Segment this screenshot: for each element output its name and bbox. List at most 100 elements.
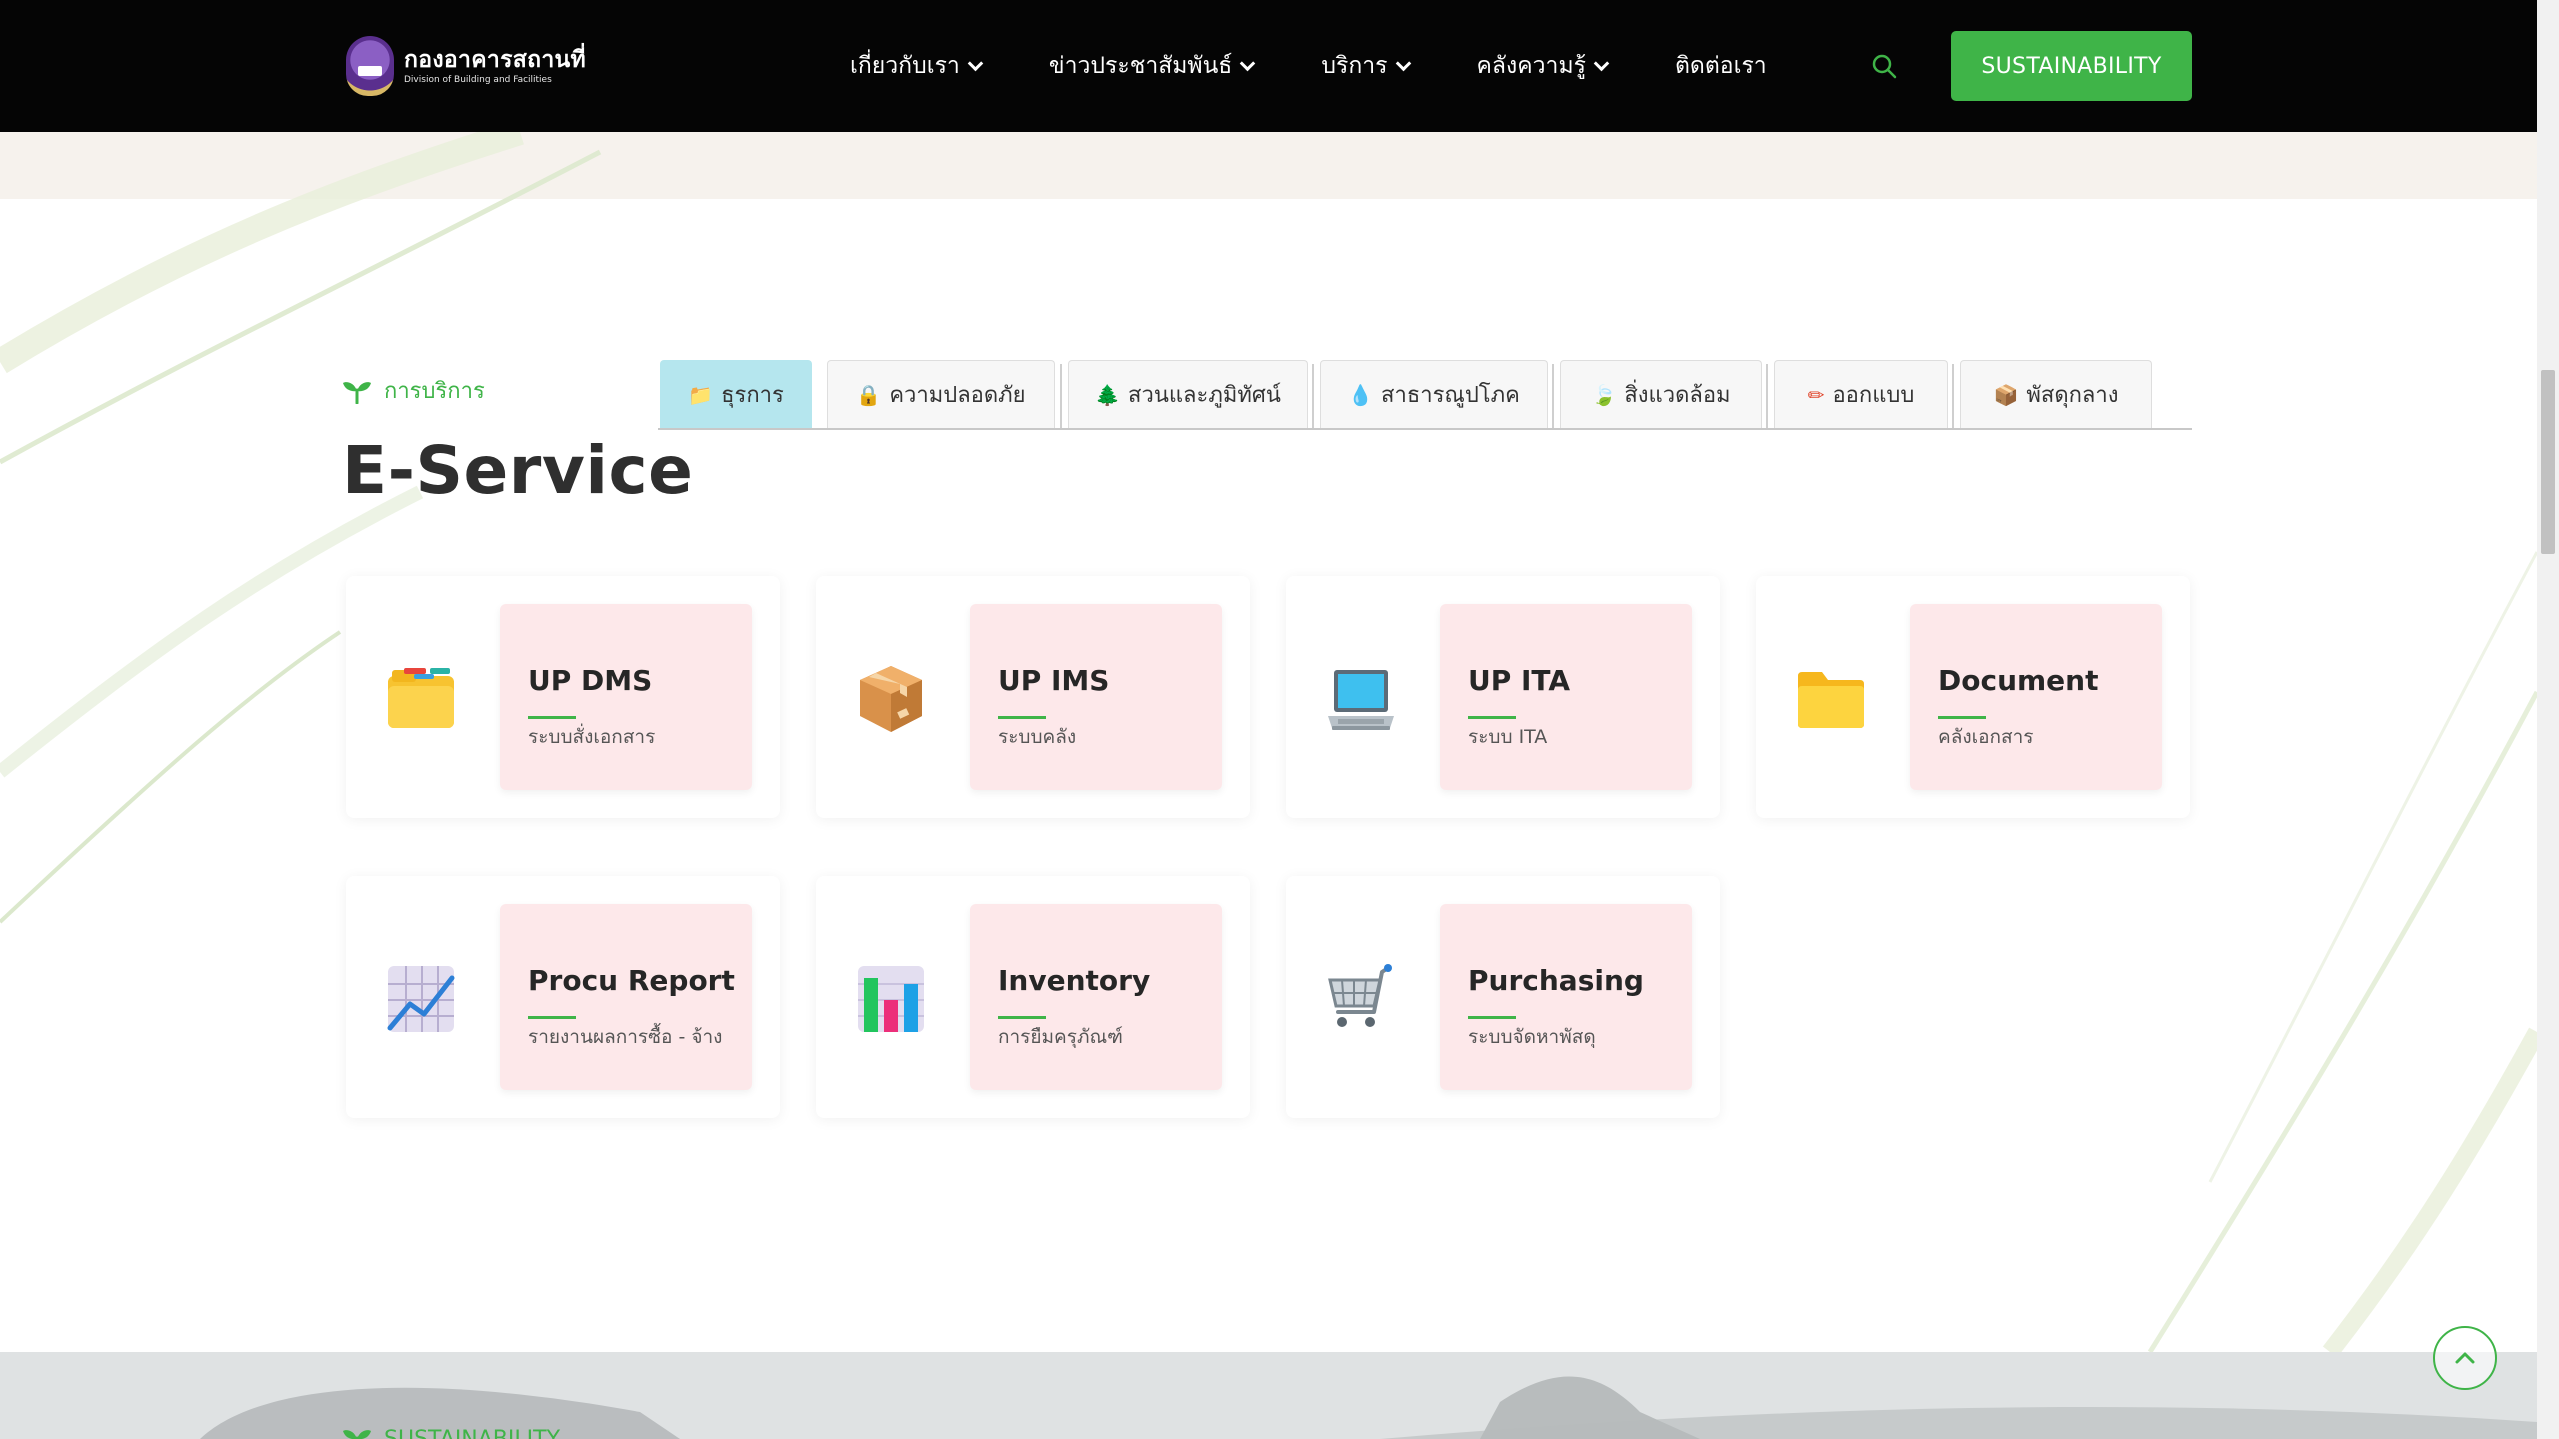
logo-title-th: กองอาคารสถานที่ bbox=[404, 47, 587, 73]
card-subtitle: คลังเอกสาร bbox=[1938, 726, 2034, 748]
tab-admin[interactable]: 📁 ธุรการ bbox=[660, 360, 812, 428]
tab-label: พัสดุกลาง bbox=[2026, 383, 2119, 408]
section-label-text: การบริการ bbox=[384, 379, 485, 404]
pencil-icon: ✏ bbox=[1807, 382, 1825, 407]
card-subtitle: การยืมครุภัณฑ์ bbox=[998, 1026, 1123, 1048]
nav-item-contact[interactable]: ติดต่อเรา bbox=[1675, 40, 1767, 92]
page-scrollbar[interactable] bbox=[2537, 0, 2559, 1439]
chevron-down-icon bbox=[1395, 55, 1411, 71]
card-panel: Inventory การยืมครุภัณฑ์ bbox=[970, 904, 1222, 1090]
leaf-icon: 🍃 bbox=[1591, 382, 1617, 407]
card-subtitle: ระบบสั่งเอกสาร bbox=[528, 726, 656, 748]
card-underline bbox=[1468, 1016, 1516, 1019]
chevron-up-icon bbox=[2455, 1352, 2475, 1364]
card-panel: Document คลังเอกสาร bbox=[1910, 604, 2162, 790]
card-title: UP IMS bbox=[998, 664, 1110, 697]
tab-central-supplies[interactable]: 📦 พัสดุกลาง bbox=[1960, 360, 2152, 428]
nav-item-news[interactable]: ข่าวประชาสัมพันธ์ bbox=[1049, 40, 1256, 92]
university-emblem-icon bbox=[346, 36, 394, 96]
nav-item-services[interactable]: บริการ bbox=[1321, 40, 1411, 92]
card-title: Document bbox=[1938, 664, 2099, 697]
card-title: Inventory bbox=[998, 964, 1151, 997]
tree-icon: 🌲 bbox=[1095, 382, 1121, 407]
card-panel: UP ITA ระบบ ITA bbox=[1440, 604, 1692, 790]
tab-separator bbox=[1552, 364, 1554, 428]
card-subtitle: รายงานผลการซื้อ - จ้าง bbox=[528, 1026, 723, 1048]
card-subtitle: ระบบคลัง bbox=[998, 726, 1077, 748]
main-nav: เกี่ยวกับเรา ข่าวประชาสัมพันธ์ บริการ คล… bbox=[850, 40, 1767, 92]
sprout-icon bbox=[343, 1430, 371, 1439]
card-title: UP DMS bbox=[528, 664, 653, 697]
service-card-up-ims[interactable]: UP IMS ระบบคลัง bbox=[816, 576, 1250, 818]
sustainability-section-label: SUSTAINABILITY bbox=[342, 1426, 560, 1439]
tab-label: ความปลอดภัย bbox=[889, 383, 1026, 408]
nav-item-about[interactable]: เกี่ยวกับเรา bbox=[850, 40, 984, 92]
chart-increasing-icon bbox=[387, 966, 455, 1032]
tab-design[interactable]: ✏ ออกแบบ bbox=[1774, 360, 1948, 428]
hero-bottom-band bbox=[0, 132, 2537, 199]
tab-separator bbox=[1766, 364, 1768, 428]
tab-separator bbox=[1952, 364, 1954, 428]
service-card-up-ita[interactable]: UP ITA ระบบ ITA bbox=[1286, 576, 1720, 818]
folder-icon bbox=[1798, 672, 1864, 728]
service-card-procu-report[interactable]: Procu Report รายงานผลการซื้อ - จ้าง bbox=[346, 876, 780, 1118]
card-panel: Procu Report รายงานผลการซื้อ - จ้าง bbox=[500, 904, 752, 1090]
chevron-down-icon bbox=[1240, 55, 1256, 71]
search-icon[interactable] bbox=[1870, 52, 1898, 80]
bar-chart-icon bbox=[858, 966, 924, 1032]
site-logo[interactable]: กองอาคารสถานที่ Division of Building and… bbox=[346, 34, 586, 98]
card-underline bbox=[1468, 716, 1516, 719]
card-title: Procu Report bbox=[528, 964, 735, 997]
sustainability-label-text: SUSTAINABILITY bbox=[384, 1426, 561, 1439]
card-panel: UP IMS ระบบคลัง bbox=[970, 604, 1222, 790]
scrollbar-thumb[interactable] bbox=[2541, 370, 2555, 554]
nav-item-label: บริการ bbox=[1321, 53, 1388, 79]
card-title: Purchasing bbox=[1468, 964, 1644, 997]
site-header: กองอาคารสถานที่ Division of Building and… bbox=[0, 0, 2537, 132]
page-title: E-Service bbox=[342, 432, 694, 509]
tab-label: ธุรการ bbox=[721, 383, 784, 408]
lock-icon: 🔒 bbox=[856, 382, 882, 407]
folder-icon: 📁 bbox=[688, 382, 714, 407]
nav-item-label: เกี่ยวกับเรา bbox=[850, 53, 960, 79]
sustainability-button[interactable]: SUSTAINABILITY bbox=[1951, 31, 2192, 101]
card-subtitle: ระบบ ITA bbox=[1468, 726, 1548, 748]
tab-label: สาธารณูปโภค bbox=[1381, 383, 1520, 408]
package-icon: 📦 bbox=[1993, 382, 2019, 407]
laptop-icon bbox=[1328, 670, 1394, 730]
water-drop-icon: 💧 bbox=[1348, 382, 1374, 407]
tab-separator bbox=[1060, 364, 1062, 428]
card-underline bbox=[1938, 716, 1986, 719]
tab-landscape[interactable]: 🌲 สวนและภูมิทัศน์ bbox=[1068, 360, 1308, 428]
tab-label: ออกแบบ bbox=[1832, 383, 1915, 408]
tab-label: สิ่งแวดล้อม bbox=[1624, 383, 1731, 408]
service-card-up-dms[interactable]: UP DMS ระบบสั่งเอกสาร bbox=[346, 576, 780, 818]
nav-item-label: ติดต่อเรา bbox=[1674, 53, 1767, 79]
card-panel: Purchasing ระบบจัดหาพัสดุ bbox=[1440, 904, 1692, 1090]
service-card-document[interactable]: Document คลังเอกสาร bbox=[1756, 576, 2190, 818]
logo-title-en: Division of Building and Facilities bbox=[404, 75, 552, 85]
nav-item-knowledge[interactable]: คลังความรู้ bbox=[1476, 40, 1610, 92]
shopping-cart-icon bbox=[1328, 964, 1392, 1027]
back-to-top-button[interactable] bbox=[2433, 1326, 2497, 1390]
card-underline bbox=[528, 716, 576, 719]
card-underline bbox=[528, 1016, 576, 1019]
tab-utilities[interactable]: 💧 สาธารณูปโภค bbox=[1320, 360, 1548, 428]
chevron-down-icon bbox=[1593, 55, 1610, 71]
tab-safety[interactable]: 🔒 ความปลอดภัย bbox=[827, 360, 1055, 428]
logo-text: กองอาคารสถานที่ Division of Building and… bbox=[404, 46, 586, 86]
category-tabs: 📁 ธุรการ 🔒 ความปลอดภัย 🌲 สวนและภูมิทัศน์… bbox=[658, 358, 2192, 430]
card-index-folder-icon bbox=[388, 668, 454, 728]
card-panel: UP DMS ระบบสั่งเอกสาร bbox=[500, 604, 752, 790]
card-subtitle: ระบบจัดหาพัสดุ bbox=[1468, 1026, 1596, 1048]
nav-item-label: คลังความรู้ bbox=[1476, 53, 1586, 79]
service-card-purchasing[interactable]: Purchasing ระบบจัดหาพัสดุ bbox=[1286, 876, 1720, 1118]
card-title: UP ITA bbox=[1468, 664, 1571, 697]
service-card-inventory[interactable]: Inventory การยืมครุภัณฑ์ bbox=[816, 876, 1250, 1118]
section-label: การบริการ bbox=[342, 373, 485, 408]
tab-separator bbox=[1312, 364, 1314, 428]
tab-label: สวนและภูมิทัศน์ bbox=[1128, 383, 1281, 408]
chevron-down-icon bbox=[967, 55, 984, 71]
tab-environment[interactable]: 🍃 สิ่งแวดล้อม bbox=[1560, 360, 1762, 428]
package-icon bbox=[860, 666, 922, 732]
